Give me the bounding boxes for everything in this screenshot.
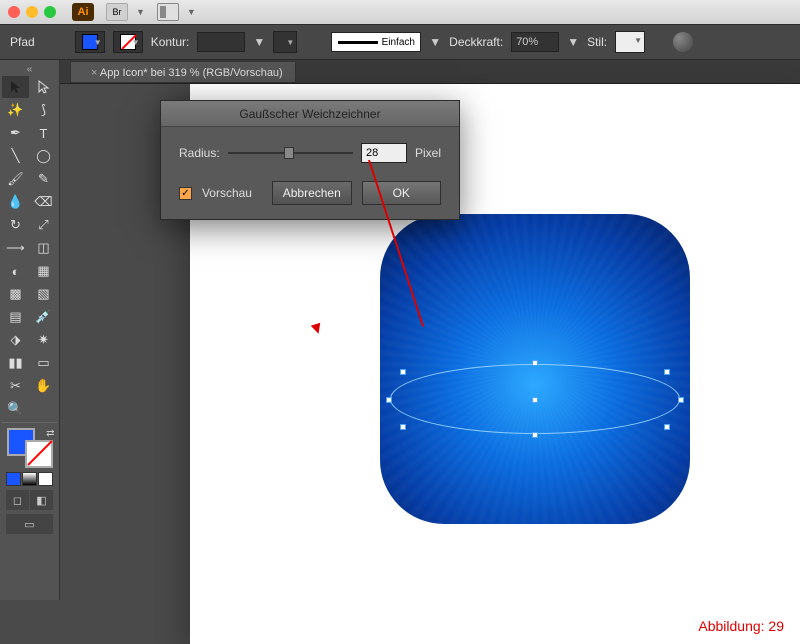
radius-unit: Pixel — [415, 146, 441, 160]
opacity-label: Deckkraft: — [449, 35, 503, 49]
gradient-mode-button[interactable] — [22, 472, 37, 486]
swap-fill-stroke-icon[interactable]: ⇄ — [46, 428, 54, 439]
preview-checkbox[interactable]: ✓ — [179, 187, 192, 200]
chevron-down-icon[interactable]: ▼ — [429, 35, 441, 49]
selection-handle[interactable] — [678, 397, 684, 403]
selection-handle[interactable] — [664, 424, 670, 430]
selection-handle[interactable] — [400, 369, 406, 375]
fill-color-button[interactable]: ▼ — [75, 31, 105, 53]
zoom-window[interactable] — [44, 6, 56, 18]
selection-handle[interactable] — [400, 424, 406, 430]
pen-tool[interactable]: ✒ — [2, 122, 29, 144]
screen-mode-button[interactable]: ▭ — [6, 514, 53, 534]
magic-wand-tool[interactable]: ✨ — [2, 99, 29, 121]
close-window[interactable] — [8, 6, 20, 18]
stroke-line-icon — [338, 41, 378, 44]
selection-handle[interactable] — [532, 360, 538, 366]
blob-brush-tool[interactable]: 💧 — [2, 191, 29, 213]
chevron-down-icon: ▼ — [136, 7, 145, 17]
selection-handle[interactable] — [386, 397, 392, 403]
stroke-width-profile-button[interactable]: ▼ — [273, 31, 297, 53]
style-label: Stil: — [587, 35, 607, 49]
figure-caption: Abbildung: 29 — [698, 618, 784, 634]
draw-normal-button[interactable]: ◻ — [6, 490, 29, 510]
radius-slider[interactable] — [228, 146, 353, 160]
live-paint-bucket-tool[interactable]: ▦ — [30, 260, 57, 282]
ok-button[interactable]: OK — [362, 181, 442, 205]
tools-panel: « ✨ ⟆ ✒ T ╲ ◯ 🖌 ✎ 💧 ⌫ ↻ ⤢ ⟶ ◫ ◐ ▦ ▩ ▧ ▤ … — [0, 60, 60, 600]
fill-stroke-control[interactable]: ⇄ — [5, 428, 55, 468]
eyedropper-tool[interactable]: 💉 — [30, 306, 57, 328]
width-tool[interactable]: ⟶ — [2, 237, 29, 259]
selection-tool[interactable] — [2, 76, 29, 98]
document-tab-title: App Icon* bei 319 % (RGB/Vorschau) — [100, 67, 283, 79]
preview-label: Vorschau — [202, 186, 252, 200]
titlebar: Ai Br ▼ ▼ — [0, 0, 800, 24]
scale-tool[interactable]: ⤢ — [30, 214, 57, 236]
none-mode-button[interactable] — [38, 472, 53, 486]
dialog-title: Gaußscher Weichzeichner — [161, 101, 459, 127]
hand-tool[interactable]: ✋ — [30, 375, 57, 397]
brush-definition-button[interactable]: Einfach — [331, 32, 421, 52]
eraser-tool[interactable]: ⌫ — [30, 191, 57, 213]
selection-center[interactable] — [532, 397, 538, 403]
chevron-down-icon: ▼ — [187, 7, 196, 17]
symbol-sprayer-tool[interactable]: ✷ — [30, 329, 57, 351]
document-tab-bar: × App Icon* bei 319 % (RGB/Vorschau) — [0, 60, 800, 84]
type-tool[interactable]: T — [30, 122, 57, 144]
minimize-window[interactable] — [26, 6, 38, 18]
gradient-tool[interactable]: ▤ — [2, 306, 29, 328]
bridge-button[interactable]: Br — [106, 3, 128, 21]
zoom-tool[interactable]: 🔍 — [2, 398, 29, 420]
slider-thumb[interactable] — [284, 147, 294, 159]
column-graph-tool[interactable]: ▮▮ — [2, 352, 29, 374]
mesh-tool[interactable]: ▧ — [30, 283, 57, 305]
stroke-weight-input[interactable] — [197, 32, 245, 52]
chevron-down-icon[interactable]: ▼ — [253, 35, 265, 49]
stroke-color-button[interactable]: ▼ — [113, 31, 143, 53]
close-tab-icon[interactable]: × — [91, 67, 97, 79]
blend-tool[interactable]: ⬗ — [2, 329, 29, 351]
layout-arrange-button[interactable] — [157, 3, 179, 21]
graphic-style-button[interactable]: ▼ — [615, 31, 645, 53]
pencil-tool[interactable]: ✎ — [30, 168, 57, 190]
rotate-tool[interactable]: ↻ — [2, 214, 29, 236]
chevron-down-icon[interactable]: ▼ — [567, 35, 579, 49]
gaussian-blur-dialog: Gaußscher Weichzeichner Radius: Pixel ✓ … — [160, 100, 460, 220]
document-tab[interactable]: × App Icon* bei 319 % (RGB/Vorschau) — [70, 61, 296, 83]
slice-tool[interactable]: ✂ — [2, 375, 29, 397]
line-segment-tool[interactable]: ╲ — [2, 145, 29, 167]
draw-behind-button[interactable]: ◧ — [30, 490, 53, 510]
selection-type-label: Pfad — [10, 35, 35, 49]
selection-handle[interactable] — [664, 369, 670, 375]
document-setup-icon[interactable] — [673, 32, 693, 52]
free-transform-tool[interactable]: ◫ — [30, 237, 57, 259]
shape-builder-tool[interactable]: ◐ — [2, 260, 29, 282]
cancel-button[interactable]: Abbrechen — [272, 181, 352, 205]
color-mode-button[interactable] — [6, 472, 21, 486]
artboard-tool[interactable]: ▭ — [30, 352, 57, 374]
direct-selection-tool[interactable] — [30, 76, 57, 98]
control-bar: Pfad ▼ ▼ Kontur: ▼ ▼ Einfach ▼ Deckkraft… — [0, 24, 800, 60]
app-badge: Ai — [72, 3, 94, 21]
perspective-grid-tool[interactable]: ▩ — [2, 283, 29, 305]
stroke-label: Kontur: — [151, 35, 190, 49]
selection-handle[interactable] — [532, 432, 538, 438]
ellipse-tool[interactable]: ◯ — [30, 145, 57, 167]
stroke-swatch[interactable] — [25, 440, 53, 468]
radius-label: Radius: — [179, 146, 220, 160]
lasso-tool[interactable]: ⟆ — [30, 99, 57, 121]
paintbrush-tool[interactable]: 🖌 — [2, 168, 29, 190]
opacity-input[interactable] — [511, 32, 559, 52]
panel-grip-icon[interactable]: « — [23, 64, 37, 72]
